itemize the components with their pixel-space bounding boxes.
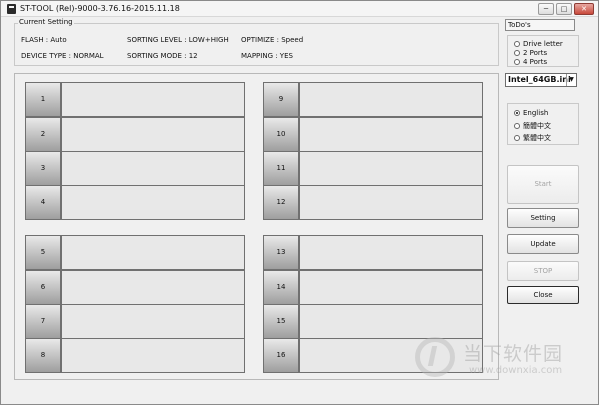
port-option-label: 4 Ports — [523, 58, 548, 66]
flash-setting: FLASH : Auto — [21, 36, 67, 44]
slot-1[interactable]: 1 — [25, 82, 245, 117]
slot-status — [299, 117, 483, 152]
slot-number: 13 — [263, 235, 299, 270]
ini-file-value: Intel_64GB.ini — [508, 75, 571, 84]
slot-number: 2 — [25, 117, 61, 152]
title-bar: ST-TOOL (Rel)-9000-3.76.16-2015.11.18 ─ … — [1, 1, 598, 17]
slot-number: 7 — [25, 304, 61, 339]
slot-number: 11 — [263, 151, 299, 186]
slot-status — [299, 185, 483, 220]
slot-10[interactable]: 10 — [263, 117, 483, 152]
slot-status — [299, 151, 483, 186]
slot-status — [299, 235, 483, 270]
slots-panel: 1 2 3 4 5 6 7 8 9 10 11 12 13 14 15 16 — [14, 73, 499, 380]
slot-number: 9 — [263, 82, 299, 117]
slot-14[interactable]: 14 — [263, 270, 483, 305]
sorting-mode-setting: SORTING MODE : 12 — [127, 52, 198, 60]
language-option-label: 簡體中文 — [523, 122, 551, 130]
slot-number: 8 — [25, 338, 61, 373]
device-type-setting: DEVICE TYPE : NORMAL — [21, 52, 104, 60]
minimize-button[interactable]: ─ — [538, 3, 554, 15]
slot-12[interactable]: 12 — [263, 185, 483, 220]
sorting-level-setting: SORTING LEVEL : LOW+HIGH — [127, 36, 229, 44]
slot-6[interactable]: 6 — [25, 270, 245, 305]
language-option-simplified-chinese[interactable]: 簡體中文 — [514, 121, 551, 131]
slot-number: 12 — [263, 185, 299, 220]
slot-status — [299, 270, 483, 305]
window-title: ST-TOOL (Rel)-9000-3.76.16-2015.11.18 — [20, 4, 180, 13]
slot-status — [61, 235, 245, 270]
slot-status — [61, 117, 245, 152]
slot-13[interactable]: 13 — [263, 235, 483, 270]
close-button[interactable]: Close — [507, 286, 579, 304]
chevron-down-icon[interactable]: ▼ — [566, 74, 576, 86]
slot-number: 16 — [263, 338, 299, 373]
language-option-label: English — [523, 109, 549, 117]
port-option-label: Drive letter — [523, 40, 563, 48]
current-setting-group: Current Setting FLASH : Auto SORTING LEV… — [14, 18, 499, 66]
slot-number: 10 — [263, 117, 299, 152]
slot-7[interactable]: 7 — [25, 304, 245, 339]
optimize-setting: OPTIMIZE : Speed — [241, 36, 304, 44]
slot-number: 3 — [25, 151, 61, 186]
slot-number: 14 — [263, 270, 299, 305]
update-button[interactable]: Update — [507, 234, 579, 254]
slot-11[interactable]: 11 — [263, 151, 483, 186]
watermark-url: www.downxia.com — [469, 365, 563, 376]
slot-number: 5 — [25, 235, 61, 270]
stop-button[interactable]: STOP — [507, 261, 579, 281]
radio-indicator[interactable] — [514, 50, 520, 56]
port-option-4-ports[interactable]: 4 Ports — [514, 58, 547, 66]
language-options-group: English 簡體中文 繁體中文 — [507, 103, 579, 145]
radio-indicator[interactable] — [514, 135, 520, 141]
maximize-button[interactable]: □ — [556, 3, 572, 15]
radio-indicator[interactable] — [514, 110, 520, 116]
watermark: 当下软件园 www.downxia.com — [411, 335, 591, 385]
slot-8[interactable]: 8 — [25, 338, 245, 373]
setting-button[interactable]: Setting — [507, 208, 579, 228]
slot-status — [61, 338, 245, 373]
slot-status — [61, 151, 245, 186]
slot-number: 6 — [25, 270, 61, 305]
close-window-button[interactable]: ✕ — [574, 3, 594, 15]
port-options-group: Drive letter 2 Ports 4 Ports — [507, 35, 579, 67]
app-window: ST-TOOL (Rel)-9000-3.76.16-2015.11.18 ─ … — [0, 0, 599, 405]
slot-3[interactable]: 3 — [25, 151, 245, 186]
todo-box: ToDo's — [505, 19, 575, 31]
mapping-setting: MAPPING : YES — [241, 52, 293, 60]
ini-file-select[interactable]: Intel_64GB.ini ▼ — [505, 73, 577, 87]
slot-number: 1 — [25, 82, 61, 117]
language-option-traditional-chinese[interactable]: 繁體中文 — [514, 133, 551, 143]
port-option-2-ports[interactable]: 2 Ports — [514, 49, 547, 57]
slot-15[interactable]: 15 — [263, 304, 483, 339]
slot-status — [61, 270, 245, 305]
slot-status — [61, 185, 245, 220]
slot-status — [61, 304, 245, 339]
start-button[interactable]: Start — [507, 165, 579, 204]
app-icon — [7, 4, 16, 14]
watermark-logo-icon — [415, 337, 455, 377]
radio-indicator[interactable] — [514, 59, 520, 65]
port-option-drive-letter[interactable]: Drive letter — [514, 40, 563, 48]
slot-status — [299, 82, 483, 117]
slot-number: 15 — [263, 304, 299, 339]
slot-status — [299, 304, 483, 339]
watermark-name: 当下软件园 — [463, 343, 564, 365]
slot-5[interactable]: 5 — [25, 235, 245, 270]
slot-2[interactable]: 2 — [25, 117, 245, 152]
slot-number: 4 — [25, 185, 61, 220]
port-option-label: 2 Ports — [523, 49, 548, 57]
slot-4[interactable]: 4 — [25, 185, 245, 220]
slot-9[interactable]: 9 — [263, 82, 483, 117]
radio-indicator[interactable] — [514, 41, 520, 47]
slot-status — [61, 82, 245, 117]
current-setting-label: Current Setting — [18, 18, 74, 26]
language-option-label: 繁體中文 — [523, 134, 551, 142]
language-option-english[interactable]: English — [514, 109, 548, 117]
radio-indicator[interactable] — [514, 123, 520, 129]
